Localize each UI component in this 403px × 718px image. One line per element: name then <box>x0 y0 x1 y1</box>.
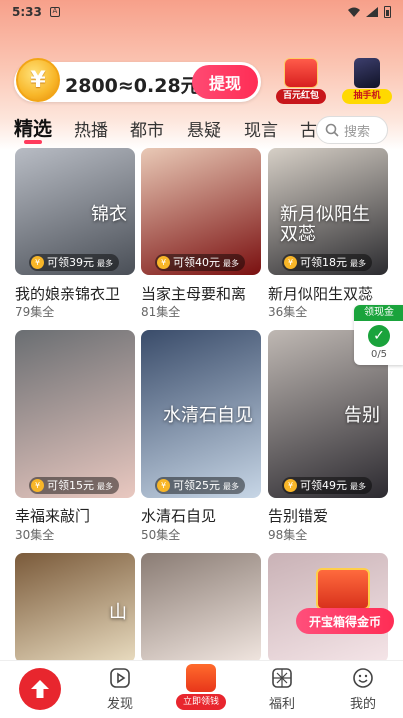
reward-text: 可领49元 <box>300 479 347 492</box>
search-box[interactable]: 搜索 <box>316 116 388 144</box>
status-time: 5:33 <box>12 5 42 19</box>
nav-mine[interactable]: 我的 <box>333 660 393 712</box>
reward-max-tag: 最多 <box>350 259 366 268</box>
drama-poster[interactable]: 水清石自见可领25元最多 <box>141 330 261 498</box>
drama-title[interactable]: 新月似阳生双蕊 <box>268 283 373 304</box>
phone-icon <box>354 58 380 88</box>
reward-badge: 可领39元最多 <box>29 254 119 271</box>
promo-lottery-phone-label: 抽手机 <box>342 89 392 104</box>
tab-urban[interactable]: 都市 <box>130 116 164 141</box>
cash-task-title: 领现金 <box>354 305 403 321</box>
drama-title[interactable]: 幸福来敲门 <box>15 505 90 526</box>
tab-ancient[interactable]: 古 <box>300 116 317 141</box>
promo-lottery-phone[interactable]: 抽手机 <box>342 58 392 104</box>
search-icon <box>325 123 339 137</box>
status-bar: 5:33 A <box>0 0 403 24</box>
tab-suspense[interactable]: 悬疑 <box>187 116 221 141</box>
nav-discover-label: 发现 <box>106 697 133 712</box>
notification-icon: A <box>49 7 60 17</box>
gift-box-icon <box>186 664 216 692</box>
red-packet-icon <box>284 58 318 88</box>
withdraw-button[interactable]: 提现 <box>192 65 258 99</box>
home-up-button[interactable] <box>19 668 61 710</box>
check-icon: ✓ <box>368 325 390 347</box>
reward-badge: 可领15元最多 <box>29 477 119 494</box>
drama-poster[interactable]: 可领15元最多 <box>15 330 135 498</box>
profile-icon <box>353 668 373 688</box>
drama-episodes: 30集全 <box>15 528 55 542</box>
nav-welfare[interactable]: 福利 <box>252 660 312 712</box>
cash-task-progress: 0/5 <box>370 349 388 360</box>
reward-max-tag: 最多 <box>223 259 239 268</box>
drama-poster[interactable]: 新月似阳生双蕊可领18元最多 <box>268 148 388 275</box>
treasure-chest-icon[interactable] <box>316 568 370 610</box>
reward-text: 可领18元 <box>300 256 347 269</box>
reward-text: 可领39元 <box>47 256 94 269</box>
reward-text: 可领40元 <box>173 256 220 269</box>
reward-text: 可领15元 <box>47 479 94 492</box>
poster-title-art: 锦衣 <box>91 204 127 225</box>
reward-max-tag: 最多 <box>97 482 113 491</box>
nav-mine-label: 我的 <box>349 697 376 712</box>
reward-badge: 可领49元最多 <box>282 477 372 494</box>
gold-coin-icon: ¥ <box>16 58 60 102</box>
drama-poster[interactable]: 山 <box>15 553 135 663</box>
cash-task-widget[interactable]: 领现金 ✓ 0/5 <box>354 305 403 365</box>
promo-red-packet[interactable]: 百元红包 <box>276 58 326 104</box>
drama-episodes: 50集全 <box>141 528 181 542</box>
search-placeholder: 搜索 <box>344 124 371 140</box>
reward-badge: 可领18元最多 <box>282 254 372 271</box>
drama-episodes: 98集全 <box>268 528 308 542</box>
drama-title[interactable]: 告别错爱 <box>268 505 328 526</box>
drama-title[interactable]: 水清石自见 <box>141 505 216 526</box>
tab-featured[interactable]: 精选 <box>14 114 52 141</box>
active-tab-indicator <box>24 140 42 144</box>
reward-max-tag: 最多 <box>350 482 366 491</box>
tab-modern-romance[interactable]: 现言 <box>244 116 278 141</box>
nav-welfare-label: 福利 <box>268 697 295 712</box>
drama-title[interactable]: 我的娘亲锦衣卫 <box>15 283 120 304</box>
drama-episodes: 81集全 <box>141 305 181 319</box>
drama-title[interactable]: 当家主母要和离 <box>141 283 246 304</box>
reward-text: 可领25元 <box>173 479 220 492</box>
nav-claim-label: 立即领钱 <box>176 694 226 710</box>
drama-episodes: 36集全 <box>268 305 308 319</box>
drama-poster[interactable] <box>141 553 261 663</box>
nav-discover[interactable]: 发现 <box>90 660 150 712</box>
drama-episodes: 79集全 <box>15 305 55 319</box>
reward-max-tag: 最多 <box>97 259 113 268</box>
drama-poster[interactable]: 可领40元最多 <box>141 148 261 275</box>
arrow-up-icon <box>31 680 49 698</box>
drama-poster[interactable]: 锦衣可领39元最多 <box>15 148 135 275</box>
battery-icon <box>384 6 391 18</box>
reward-badge: 可领25元最多 <box>155 477 245 494</box>
gift-icon <box>272 668 292 688</box>
play-icon <box>110 668 130 688</box>
poster-title-art: 水清石自见 <box>163 405 253 426</box>
poster-title-art: 新月似阳生双蕊 <box>280 204 370 245</box>
poster-title-art: 山 <box>109 602 127 623</box>
reward-badge: 可领40元最多 <box>155 254 245 271</box>
promo-red-packet-label: 百元红包 <box>276 89 326 104</box>
coin-balance-text: 2800≈0.28元 <box>65 75 200 97</box>
wifi-icon <box>348 7 360 17</box>
open-treasure-button[interactable]: 开宝箱得金币 <box>296 608 394 634</box>
reward-max-tag: 最多 <box>223 482 239 491</box>
status-icons <box>348 6 391 18</box>
nav-claim-money[interactable]: 立即领钱 <box>176 662 226 712</box>
signal-icon <box>366 7 378 17</box>
tab-hot[interactable]: 热播 <box>74 116 108 141</box>
poster-title-art: 告别 <box>344 405 380 426</box>
